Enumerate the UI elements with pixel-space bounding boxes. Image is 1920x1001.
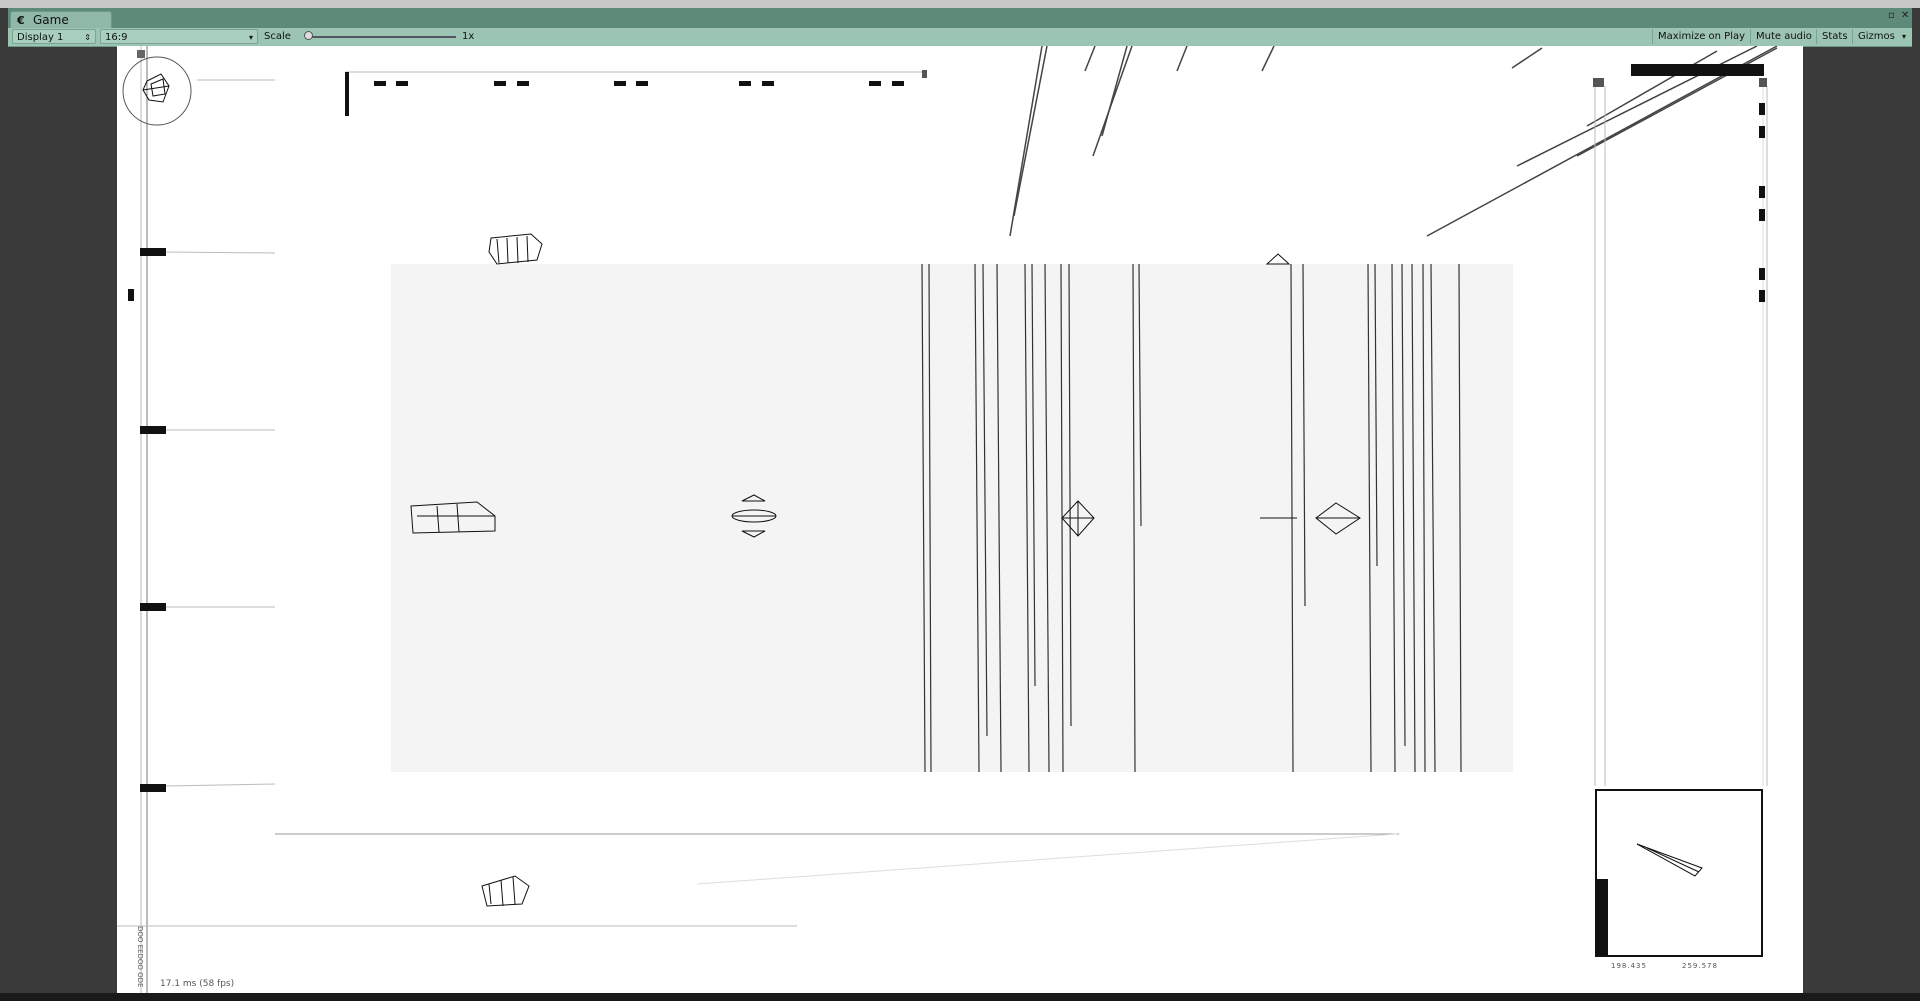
scale-value: 1x: [462, 31, 475, 42]
tab-game[interactable]: € Game: [10, 11, 112, 29]
game-viewport[interactable]: 17.1 ms (58 fps) DOO EEDOO ODE 198.435 2…: [117, 46, 1803, 993]
fps-readout: 17.1 ms (58 fps): [160, 979, 235, 989]
hud-tick: [140, 248, 166, 256]
scale-slider-track[interactable]: [308, 36, 456, 38]
chevron-down-icon: ▾: [248, 33, 253, 42]
crystal-diamond-icon: [1260, 502, 1361, 535]
chevron-updown-icon: ⇕: [84, 33, 91, 42]
scale-slider-handle[interactable]: [304, 31, 313, 40]
scale-label: Scale: [264, 31, 291, 42]
enemy-ship-icon: [488, 233, 543, 265]
maximize-icon[interactable]: ▫: [1888, 10, 1895, 21]
top-hud-dashes: [374, 81, 904, 86]
tab-bar: € Game ▫ ✕: [8, 8, 1912, 29]
hud-anchor: [137, 50, 145, 58]
right-hud-ticks: [1759, 103, 1765, 302]
hud-tick: [140, 426, 166, 434]
display-dropdown-label: Display 1: [17, 32, 64, 43]
editor-top-band: [0, 0, 1920, 8]
top-hud-bracket: [922, 70, 927, 78]
scene-graphics: [117, 46, 1778, 993]
aspect-dropdown[interactable]: 16:9 ▾: [100, 29, 258, 44]
small-ship-icon: [1265, 253, 1291, 265]
radar-ring: [122, 56, 192, 126]
maximize-on-play-button[interactable]: Maximize on Play: [1652, 29, 1750, 44]
enemy-ship-icon: [410, 501, 496, 534]
display-dropdown[interactable]: Display 1 ⇕: [12, 29, 96, 44]
hud-tick: [140, 603, 166, 611]
enemy-ship-icon: [481, 875, 530, 907]
aspect-dropdown-label: 16:9: [105, 32, 128, 43]
hud-tick: [140, 784, 166, 792]
unity-game-icon: €: [17, 14, 25, 27]
vertical-streaks: [921, 263, 1462, 773]
hud-tick: [128, 289, 134, 301]
hud-guide: [165, 783, 276, 787]
vertical-readout: DOO EEDOO ODE: [136, 926, 144, 988]
close-icon[interactable]: ✕: [1901, 10, 1909, 21]
bottom-guide: [696, 833, 1398, 885]
right-hud-anchor: [1593, 78, 1604, 87]
right-hud-anchor: [1759, 78, 1767, 87]
minimap-readout-y: 259.578: [1682, 962, 1718, 970]
editor-bottom-strip: [0, 993, 1920, 1001]
crystal-diamond-icon: [1061, 500, 1095, 537]
minimap-gauge: [1596, 879, 1608, 957]
gizmos-dropdown[interactable]: Gizmos ▾: [1852, 29, 1911, 44]
tab-game-label: Game: [33, 13, 69, 27]
player-ship-icon: [731, 494, 777, 538]
right-hud-bar: [1631, 64, 1764, 76]
gizmos-label: Gizmos: [1858, 31, 1895, 42]
hud-guide: [165, 251, 276, 254]
top-hud-bracket: [345, 72, 349, 116]
minimap-frame: [1595, 789, 1763, 957]
game-toolbar: Display 1 ⇕ 16:9 ▾ Scale 1x Maximize on …: [8, 28, 1912, 47]
stats-button[interactable]: Stats: [1816, 29, 1853, 44]
minimap-readout-x: 198.435: [1611, 962, 1647, 970]
chevron-down-icon: ▾: [1902, 32, 1907, 41]
mute-audio-button[interactable]: Mute audio: [1750, 29, 1817, 44]
